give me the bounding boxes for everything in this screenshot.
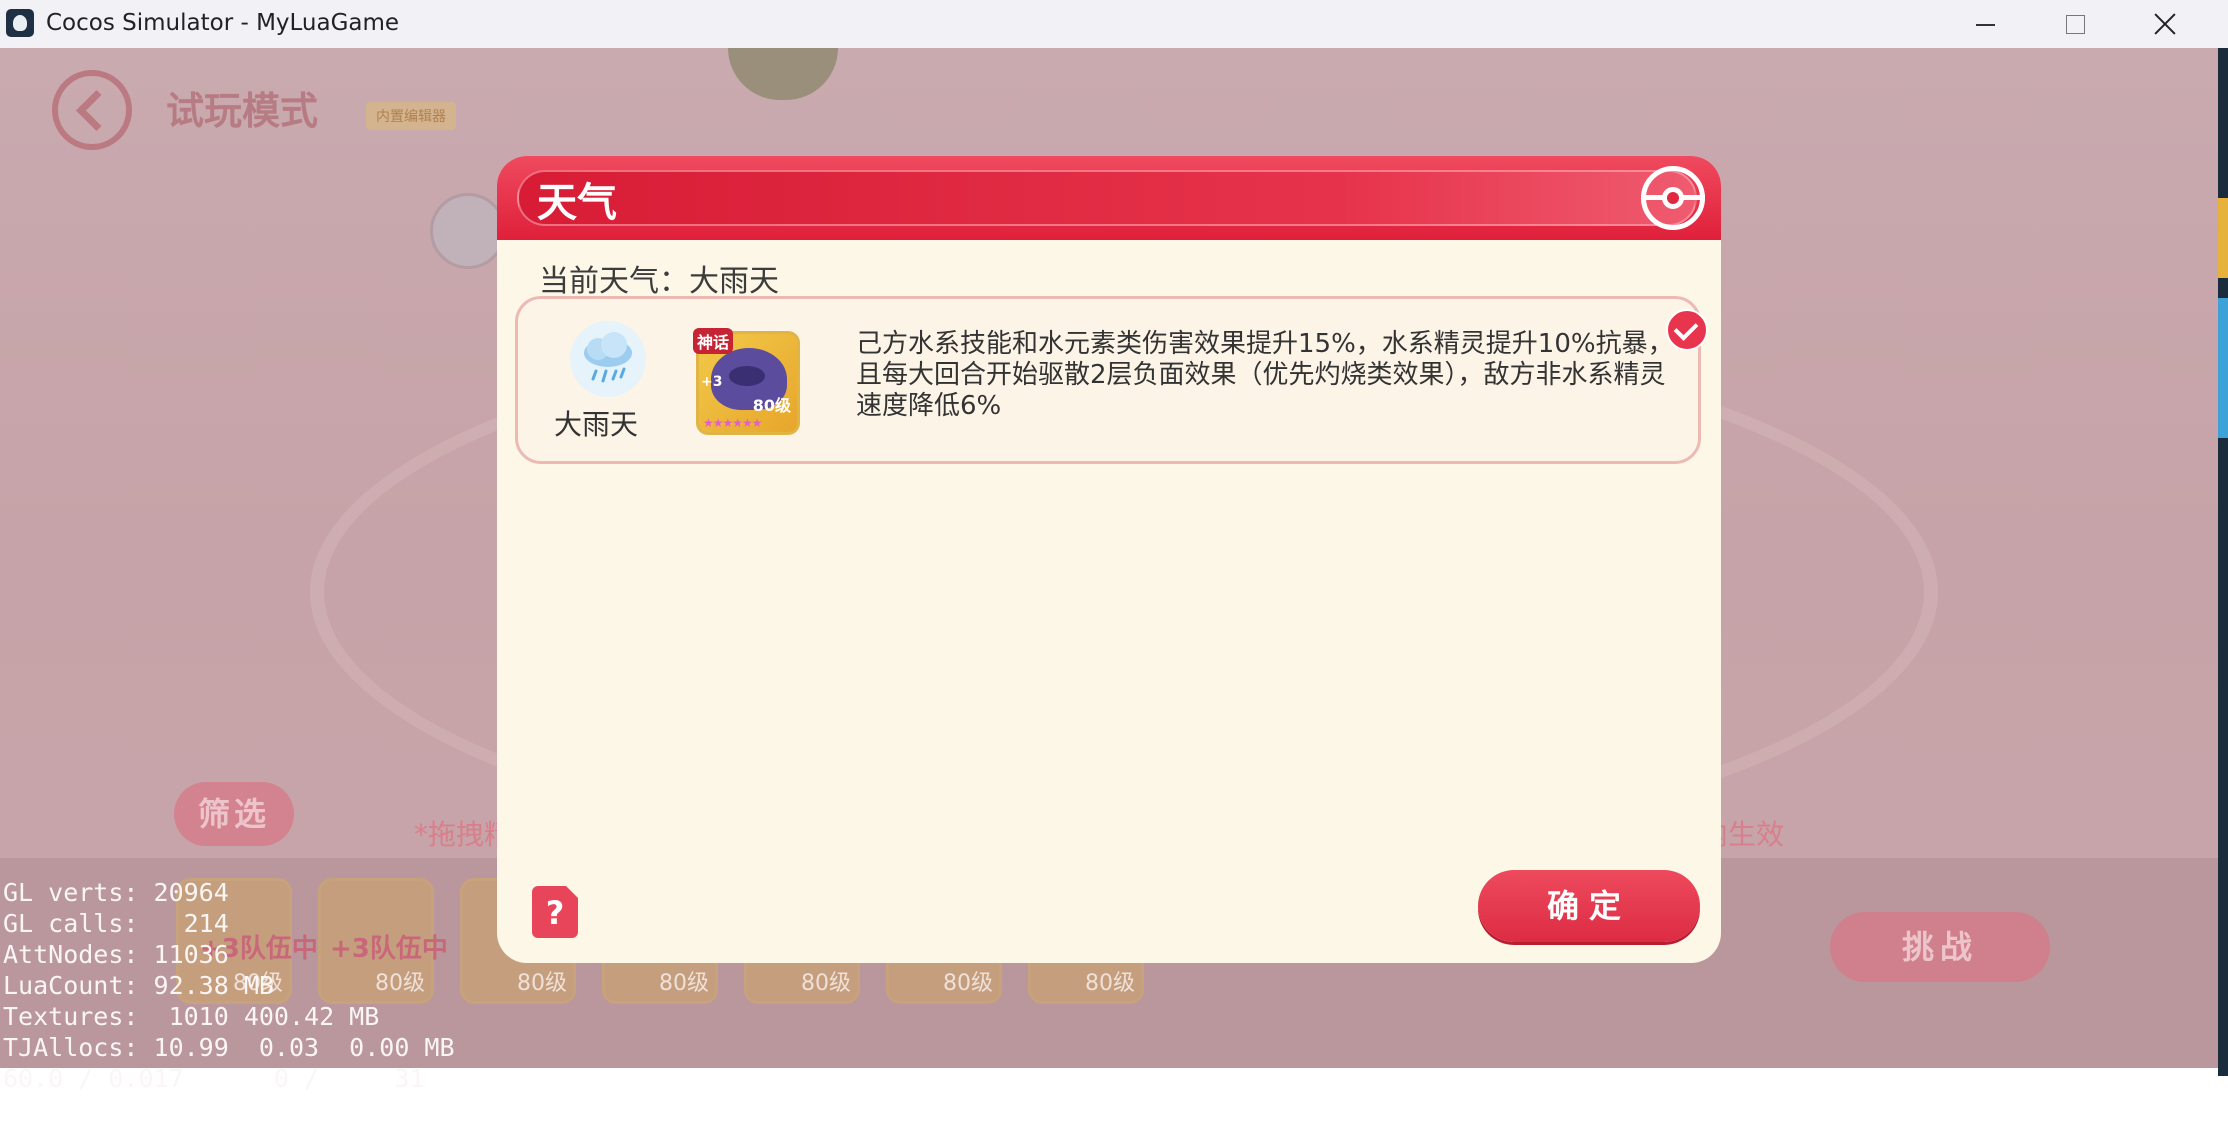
team-card-level: 80级 <box>943 971 993 996</box>
pokeball-close-icon[interactable] <box>1641 166 1705 230</box>
mode-title: 试玩模式 <box>166 89 319 133</box>
edge-gold-strip <box>2218 198 2228 278</box>
help-icon[interactable]: ? <box>532 886 578 938</box>
team-card-level: 80级 <box>1085 971 1135 996</box>
dialog-header: 天气 <box>497 156 1721 240</box>
stat-tjallocs: TJAllocs: 10.99 0.03 0.00 MB <box>3 1033 455 1062</box>
confirm-button[interactable]: 确定 <box>1478 870 1700 942</box>
weather-name: 大雨天 <box>554 408 639 441</box>
debug-stats: GL verts: 20964 GL calls: 214 AttNodes: 11… <box>3 846 455 1125</box>
current-weather-label: 当前天气：大雨天 <box>539 264 779 299</box>
close-window-button[interactable] <box>2130 0 2200 48</box>
dialog-title: 天气 <box>537 180 617 226</box>
team-card-level: 80级 <box>659 971 709 996</box>
window-title: Cocos Simulator - MyLuaGame <box>46 10 400 36</box>
close-icon <box>2154 12 2176 34</box>
stat-gl-calls: GL calls: 214 <box>3 909 229 938</box>
stat-fps: 60.0 / 0.017 0 / 31 <box>3 1064 425 1093</box>
filter-button[interactable]: 筛选 <box>174 782 294 846</box>
pet-plus-level: +3 <box>701 374 723 390</box>
background-window-edge <box>2218 48 2228 1076</box>
mode-badge: 内置编辑器 <box>366 102 456 130</box>
pet-avatar: 神话 +3 80级 ★★★★★★ <box>693 328 800 435</box>
maximize-icon <box>2066 15 2085 34</box>
pet-rarity-badge: 神话 <box>693 328 734 354</box>
rain-cloud-icon <box>570 321 646 397</box>
weather-orb-icon[interactable] <box>430 193 506 269</box>
stat-luacount: LuaCount: 92.38 MB <box>3 971 274 1000</box>
weather-option-card[interactable]: 大雨天 神话 +3 80级 ★★★★★★ 己方水系技能和水元素类伤害效果提升15… <box>515 296 1708 464</box>
stat-attnodes: AttNodes: 11036 <box>3 940 229 969</box>
back-button[interactable] <box>52 70 132 150</box>
weather-effect-description: 己方水系技能和水元素类伤害效果提升15%，水系精灵提升10%抗暴，且每大回合开始… <box>856 329 1674 421</box>
stat-gl-verts: GL verts: 20964 <box>3 878 229 907</box>
minimize-button[interactable] <box>1950 0 2020 48</box>
cocos-app-icon <box>6 9 34 37</box>
pet-level: 80级 <box>752 396 791 415</box>
edge-blue-strip <box>2218 298 2228 438</box>
minimize-icon <box>1976 24 1995 26</box>
window-titlebar: Cocos Simulator - MyLuaGame <box>0 0 2228 49</box>
team-card-level: 80级 <box>517 971 567 996</box>
stat-textures: Textures: 1010 400.42 MB <box>3 1002 380 1031</box>
weather-dialog: 天气 当前天气：大雨天 大雨天 神话 +3 80级 ★★★★★★ 己方水系技能和… <box>497 156 1721 963</box>
selected-check-icon <box>1666 309 1708 351</box>
pet-stars: ★★★★★★ <box>703 416 763 430</box>
team-card-level: 80级 <box>801 971 851 996</box>
challenge-button[interactable]: 挑战 <box>1830 912 2050 982</box>
maximize-button[interactable] <box>2040 0 2110 48</box>
dialog-header-band <box>517 170 1697 226</box>
